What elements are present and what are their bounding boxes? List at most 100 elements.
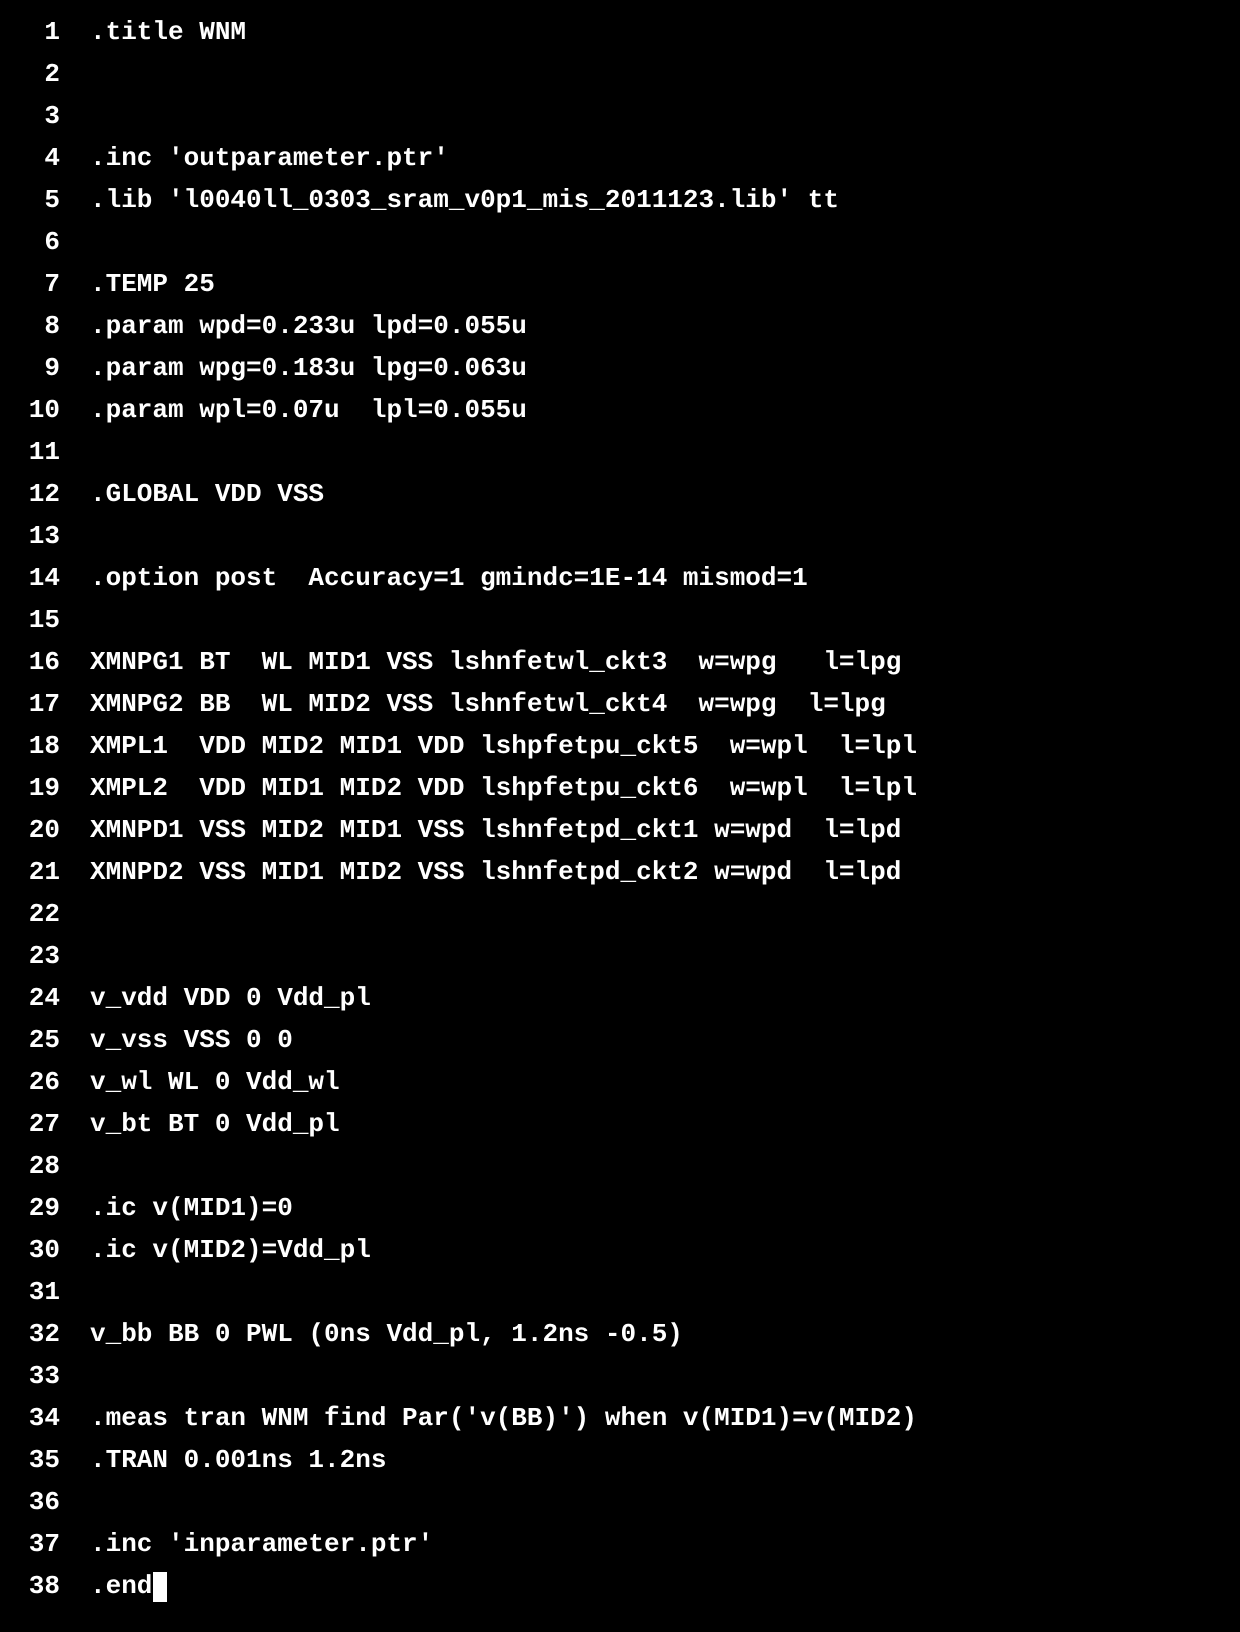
code-line[interactable]: 31 xyxy=(0,1272,1240,1314)
code-line[interactable]: 29.ic v(MID1)=0 xyxy=(0,1188,1240,1230)
line-number: 11 xyxy=(0,432,90,474)
line-content[interactable]: .ic v(MID1)=0 xyxy=(90,1188,293,1230)
line-content[interactable]: XMNPG2 BB WL MID2 VSS lshnfetwl_ckt4 w=w… xyxy=(90,684,886,726)
code-line[interactable]: 19XMPL2 VDD MID1 MID2 VDD lshpfetpu_ckt6… xyxy=(0,768,1240,810)
code-line[interactable]: 15 xyxy=(0,600,1240,642)
line-number: 4 xyxy=(0,138,90,180)
code-line[interactable]: 36 xyxy=(0,1482,1240,1524)
line-number: 16 xyxy=(0,642,90,684)
line-number: 6 xyxy=(0,222,90,264)
line-number: 18 xyxy=(0,726,90,768)
code-line[interactable]: 10.param wpl=0.07u lpl=0.055u xyxy=(0,390,1240,432)
line-number: 5 xyxy=(0,180,90,222)
code-line[interactable]: 34.meas tran WNM find Par('v(BB)') when … xyxy=(0,1398,1240,1440)
line-content[interactable]: .param wpg=0.183u lpg=0.063u xyxy=(90,348,527,390)
line-number: 35 xyxy=(0,1440,90,1482)
line-content[interactable]: .inc 'inparameter.ptr' xyxy=(90,1524,433,1566)
line-number: 12 xyxy=(0,474,90,516)
line-content[interactable]: .option post Accuracy=1 gmindc=1E-14 mis… xyxy=(90,558,808,600)
line-content[interactable]: .param wpl=0.07u lpl=0.055u xyxy=(90,390,527,432)
line-content[interactable]: XMNPD2 VSS MID1 MID2 VSS lshnfetpd_ckt2 … xyxy=(90,852,901,894)
line-content[interactable]: XMNPD1 VSS MID2 MID1 VSS lshnfetpd_ckt1 … xyxy=(90,810,901,852)
line-number: 38 xyxy=(0,1566,90,1608)
line-content[interactable]: v_vdd VDD 0 Vdd_pl xyxy=(90,978,371,1020)
code-line[interactable]: 14.option post Accuracy=1 gmindc=1E-14 m… xyxy=(0,558,1240,600)
code-line[interactable]: 20XMNPD1 VSS MID2 MID1 VSS lshnfetpd_ckt… xyxy=(0,810,1240,852)
line-number: 9 xyxy=(0,348,90,390)
line-number: 22 xyxy=(0,894,90,936)
line-number: 28 xyxy=(0,1146,90,1188)
line-number: 27 xyxy=(0,1104,90,1146)
code-line[interactable]: 30.ic v(MID2)=Vdd_pl xyxy=(0,1230,1240,1272)
line-number: 34 xyxy=(0,1398,90,1440)
code-line[interactable]: 37.inc 'inparameter.ptr' xyxy=(0,1524,1240,1566)
code-line[interactable]: 11 xyxy=(0,432,1240,474)
line-number: 21 xyxy=(0,852,90,894)
code-line[interactable]: 35.TRAN 0.001ns 1.2ns xyxy=(0,1440,1240,1482)
line-content[interactable]: .ic v(MID2)=Vdd_pl xyxy=(90,1230,371,1272)
line-content[interactable]: v_wl WL 0 Vdd_wl xyxy=(90,1062,340,1104)
line-number: 24 xyxy=(0,978,90,1020)
line-number: 23 xyxy=(0,936,90,978)
line-content[interactable]: XMPL2 VDD MID1 MID2 VDD lshpfetpu_ckt6 w… xyxy=(90,768,917,810)
line-number: 31 xyxy=(0,1272,90,1314)
code-line[interactable]: 6 xyxy=(0,222,1240,264)
line-content[interactable]: .inc 'outparameter.ptr' xyxy=(90,138,449,180)
code-line[interactable]: 22 xyxy=(0,894,1240,936)
line-number: 13 xyxy=(0,516,90,558)
line-content[interactable]: .TRAN 0.001ns 1.2ns xyxy=(90,1440,386,1482)
code-line[interactable]: 13 xyxy=(0,516,1240,558)
code-line[interactable]: 24v_vdd VDD 0 Vdd_pl xyxy=(0,978,1240,1020)
code-line[interactable]: 2 xyxy=(0,54,1240,96)
code-line[interactable]: 25v_vss VSS 0 0 xyxy=(0,1020,1240,1062)
line-content[interactable]: v_vss VSS 0 0 xyxy=(90,1020,293,1062)
line-number: 2 xyxy=(0,54,90,96)
line-number: 1 xyxy=(0,12,90,54)
line-number: 26 xyxy=(0,1062,90,1104)
line-content[interactable]: .TEMP 25 xyxy=(90,264,215,306)
code-line[interactable]: 33 xyxy=(0,1356,1240,1398)
line-number: 15 xyxy=(0,600,90,642)
line-number: 19 xyxy=(0,768,90,810)
code-line[interactable]: 38.end xyxy=(0,1566,1240,1608)
code-line[interactable]: 32v_bb BB 0 PWL (0ns Vdd_pl, 1.2ns -0.5) xyxy=(0,1314,1240,1356)
line-content[interactable]: .GLOBAL VDD VSS xyxy=(90,474,324,516)
code-line[interactable]: 26v_wl WL 0 Vdd_wl xyxy=(0,1062,1240,1104)
code-line[interactable]: 1.title WNM xyxy=(0,12,1240,54)
line-number: 37 xyxy=(0,1524,90,1566)
line-number: 33 xyxy=(0,1356,90,1398)
line-content[interactable]: v_bt BT 0 Vdd_pl xyxy=(90,1104,340,1146)
code-line[interactable]: 23 xyxy=(0,936,1240,978)
line-number: 32 xyxy=(0,1314,90,1356)
line-content[interactable]: .title WNM xyxy=(90,12,246,54)
code-line[interactable]: 12.GLOBAL VDD VSS xyxy=(0,474,1240,516)
line-content[interactable]: .param wpd=0.233u lpd=0.055u xyxy=(90,306,527,348)
code-line[interactable]: 28 xyxy=(0,1146,1240,1188)
line-number: 3 xyxy=(0,96,90,138)
line-number: 20 xyxy=(0,810,90,852)
code-line[interactable]: 7.TEMP 25 xyxy=(0,264,1240,306)
code-line[interactable]: 9.param wpg=0.183u lpg=0.063u xyxy=(0,348,1240,390)
line-number: 25 xyxy=(0,1020,90,1062)
line-number: 10 xyxy=(0,390,90,432)
line-number: 17 xyxy=(0,684,90,726)
line-content[interactable]: .meas tran WNM find Par('v(BB)') when v(… xyxy=(90,1398,917,1440)
line-content[interactable]: XMPL1 VDD MID2 MID1 VDD lshpfetpu_ckt5 w… xyxy=(90,726,917,768)
code-line[interactable]: 8.param wpd=0.233u lpd=0.055u xyxy=(0,306,1240,348)
code-line[interactable]: 21XMNPD2 VSS MID1 MID2 VSS lshnfetpd_ckt… xyxy=(0,852,1240,894)
code-editor[interactable]: 1.title WNM234.inc 'outparameter.ptr'5.l… xyxy=(0,12,1240,1608)
code-line[interactable]: 3 xyxy=(0,96,1240,138)
code-line[interactable]: 18XMPL1 VDD MID2 MID1 VDD lshpfetpu_ckt5… xyxy=(0,726,1240,768)
line-content[interactable]: .end xyxy=(90,1566,152,1608)
line-content[interactable]: XMNPG1 BT WL MID1 VSS lshnfetwl_ckt3 w=w… xyxy=(90,642,901,684)
code-line[interactable]: 17XMNPG2 BB WL MID2 VSS lshnfetwl_ckt4 w… xyxy=(0,684,1240,726)
line-content[interactable]: v_bb BB 0 PWL (0ns Vdd_pl, 1.2ns -0.5) xyxy=(90,1314,683,1356)
line-content[interactable]: .lib 'l0040ll_0303_sram_v0p1_mis_2011123… xyxy=(90,180,839,222)
code-line[interactable]: 27v_bt BT 0 Vdd_pl xyxy=(0,1104,1240,1146)
code-line[interactable]: 16XMNPG1 BT WL MID1 VSS lshnfetwl_ckt3 w… xyxy=(0,642,1240,684)
line-number: 7 xyxy=(0,264,90,306)
line-number: 30 xyxy=(0,1230,90,1272)
code-line[interactable]: 4.inc 'outparameter.ptr' xyxy=(0,138,1240,180)
line-number: 36 xyxy=(0,1482,90,1524)
code-line[interactable]: 5.lib 'l0040ll_0303_sram_v0p1_mis_201112… xyxy=(0,180,1240,222)
